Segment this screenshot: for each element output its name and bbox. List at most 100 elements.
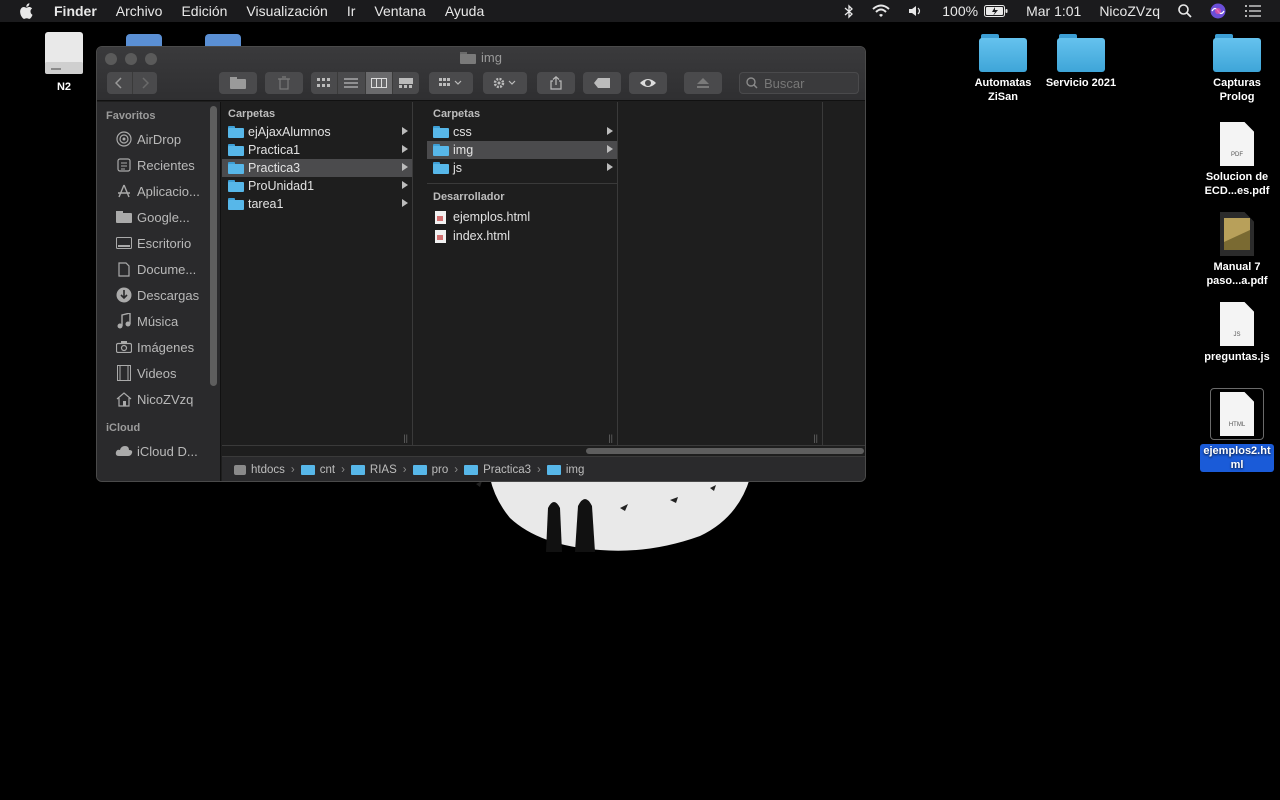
- siri-icon[interactable]: [1210, 3, 1226, 19]
- desktop-label: ejemplos2.html: [1200, 444, 1274, 472]
- forward-button[interactable]: [133, 72, 158, 94]
- tag-icon: [594, 78, 610, 88]
- chevron-right-icon: ›: [341, 464, 345, 476]
- tags-button[interactable]: [583, 72, 621, 94]
- search-field[interactable]: [739, 72, 859, 94]
- divider: [427, 183, 617, 184]
- sidebar-item-label: Aplicacio...: [137, 183, 200, 199]
- folder-row[interactable]: ProUnidad1: [222, 177, 412, 195]
- delete-button[interactable]: [265, 72, 303, 94]
- column-view-button[interactable]: [365, 72, 393, 94]
- folder-name: img: [453, 143, 474, 157]
- icon-view-button[interactable]: [311, 72, 339, 94]
- sidebar-item-documentos[interactable]: Docume...: [97, 256, 220, 282]
- column-resize-handle[interactable]: ||: [403, 433, 408, 443]
- file-row[interactable]: index.html: [427, 227, 617, 245]
- sidebar-item-airdrop[interactable]: AirDrop: [97, 126, 220, 152]
- back-button[interactable]: [107, 72, 133, 94]
- desktop-file-manual[interactable]: Manual 7 paso...a.pdf: [1195, 212, 1279, 288]
- path-item-img[interactable]: img: [546, 464, 584, 476]
- menu-visualizacion[interactable]: Visualización: [246, 3, 327, 19]
- volume-icon[interactable]: [908, 5, 924, 17]
- sidebar-item-label: Videos: [137, 365, 177, 381]
- menu-ventana[interactable]: Ventana: [374, 3, 425, 19]
- html-file-icon: HTML: [1220, 392, 1254, 436]
- battery-icon[interactable]: [984, 5, 1008, 17]
- path-item-htdocs[interactable]: htdocs: [234, 464, 285, 476]
- menu-ayuda[interactable]: Ayuda: [445, 3, 484, 19]
- desktop-file-solucion[interactable]: PDF Solucion de ECD...es.pdf: [1195, 122, 1279, 198]
- sidebar: Favoritos AirDrop Recientes Aplicacio...…: [97, 102, 221, 481]
- desktop-folder-capturas[interactable]: Capturas Prolog: [1195, 34, 1279, 104]
- apple-icon[interactable]: [20, 3, 40, 19]
- home-icon: [115, 391, 133, 407]
- sidebar-item-icloud-drive[interactable]: iCloud D...: [97, 438, 220, 464]
- column-resize-handle[interactable]: ||: [813, 433, 818, 443]
- scrollbar-thumb[interactable]: [586, 448, 864, 454]
- sidebar-scrollbar[interactable]: [210, 106, 217, 386]
- desktop-label: Servicio 2021: [1045, 77, 1117, 89]
- share-button[interactable]: [537, 72, 575, 94]
- window-title-text: img: [481, 50, 502, 65]
- eject-button[interactable]: [684, 72, 722, 94]
- folder-name: css: [453, 125, 472, 139]
- action-button[interactable]: [483, 72, 527, 94]
- sidebar-item-musica[interactable]: Música: [97, 308, 220, 334]
- menu-app-finder[interactable]: Finder: [54, 3, 97, 19]
- column-resize-handle[interactable]: ||: [608, 433, 613, 443]
- desktop-file-ejemplos2[interactable]: HTML ejemplos2.html: [1195, 388, 1279, 472]
- menu-edicion[interactable]: Edición: [181, 3, 227, 19]
- sidebar-item-label: Docume...: [137, 261, 197, 277]
- sidebar-item-google[interactable]: Google...: [97, 204, 220, 230]
- path-item-cnt[interactable]: cnt: [300, 464, 335, 476]
- folder-row[interactable]: ejAjaxAlumnos: [222, 123, 412, 141]
- sidebar-item-videos[interactable]: Videos: [97, 360, 220, 386]
- clock[interactable]: Mar 1:01: [1026, 3, 1081, 19]
- gallery-view-button[interactable]: [393, 72, 419, 94]
- list-view-button[interactable]: [338, 72, 366, 94]
- eject-icon: [697, 78, 709, 88]
- desktop-folder-automatas[interactable]: Automatas ZiSan: [961, 34, 1045, 104]
- download-icon: [115, 287, 133, 303]
- folder-icon: [1213, 34, 1261, 72]
- folder-row[interactable]: Practica1: [222, 141, 412, 159]
- desktop-folder-servicio[interactable]: Servicio 2021: [1039, 34, 1123, 90]
- menu-archivo[interactable]: Archivo: [116, 3, 163, 19]
- column-header: Carpetas: [228, 108, 276, 120]
- folder-row[interactable]: js: [427, 159, 617, 177]
- quick-look-button[interactable]: [629, 72, 667, 94]
- control-center-icon[interactable]: [1244, 5, 1262, 17]
- column-next: [837, 102, 865, 445]
- search-icon[interactable]: [1178, 4, 1192, 18]
- sidebar-item-aplicaciones[interactable]: Aplicacio...: [97, 178, 220, 204]
- path-item-practica3[interactable]: Practica3: [464, 464, 531, 476]
- desktop-drive-n2[interactable]: N2: [22, 32, 106, 94]
- sidebar-item-home[interactable]: NicoZVzq: [97, 386, 220, 412]
- pdf-file-icon: PDF: [1220, 122, 1254, 166]
- path-label: RIAS: [369, 464, 397, 476]
- file-name: ejemplos.html: [453, 210, 531, 224]
- menu-ir[interactable]: Ir: [347, 3, 356, 19]
- search-input[interactable]: [764, 75, 854, 91]
- sidebar-item-label: Recientes: [137, 157, 195, 173]
- user-name[interactable]: NicoZVzq: [1099, 3, 1160, 19]
- new-folder-button[interactable]: [219, 72, 257, 94]
- sidebar-item-imagenes[interactable]: Imágenes: [97, 334, 220, 360]
- bluetooth-icon[interactable]: [844, 3, 854, 19]
- folder-row[interactable]: css: [427, 123, 617, 141]
- file-row[interactable]: ejemplos.html: [427, 208, 617, 226]
- sidebar-item-escritorio[interactable]: Escritorio: [97, 230, 220, 256]
- folder-row[interactable]: tarea1: [222, 195, 412, 213]
- horizontal-scrollbar[interactable]: [222, 445, 865, 455]
- sidebar-item-descargas[interactable]: Descargas: [97, 282, 220, 308]
- sidebar-item-recientes[interactable]: Recientes: [97, 152, 220, 178]
- desktop-file-preguntas[interactable]: JS preguntas.js: [1195, 302, 1279, 364]
- group-button[interactable]: [429, 72, 473, 94]
- chevron-right-icon: [402, 163, 408, 171]
- path-item-pro[interactable]: pro: [412, 464, 448, 476]
- wifi-icon[interactable]: [872, 4, 890, 18]
- music-icon: [115, 313, 133, 329]
- folder-row-selected[interactable]: img: [427, 141, 617, 159]
- folder-row-selected[interactable]: Practica3: [222, 159, 412, 177]
- path-item-rias[interactable]: RIAS: [350, 464, 397, 476]
